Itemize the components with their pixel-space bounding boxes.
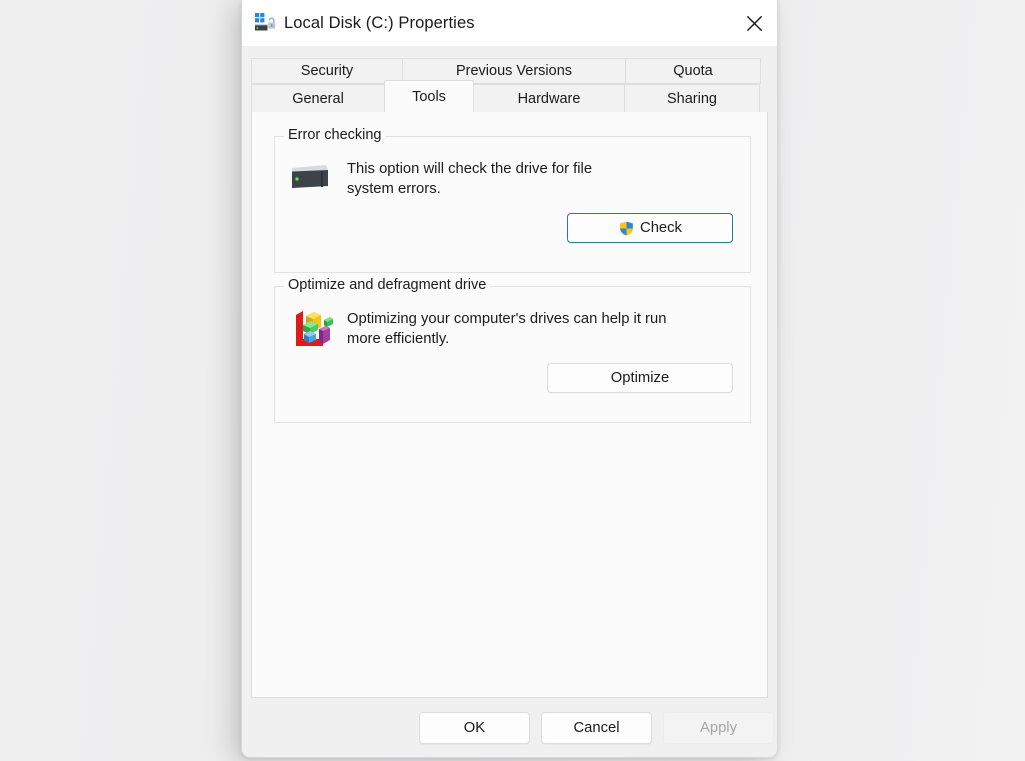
ok-button[interactable]: OK: [419, 712, 530, 744]
dialog-body: Security Previous Versions Quota General…: [242, 46, 777, 757]
dialog-footer: OK Cancel Apply: [242, 698, 777, 757]
error-checking-description: This option will check the drive for fil…: [347, 159, 637, 199]
close-icon[interactable]: [731, 0, 777, 46]
ok-button-label: OK: [464, 720, 485, 736]
cancel-button[interactable]: Cancel: [541, 712, 652, 744]
tab-hardware[interactable]: Hardware: [473, 84, 625, 112]
tab-sharing[interactable]: Sharing: [624, 84, 760, 112]
title-bar: Local Disk (C:) Properties: [242, 0, 777, 46]
optimize-button-label: Optimize: [611, 370, 669, 386]
tab-row-top: Security Previous Versions Quota: [251, 58, 768, 84]
apply-button-label: Apply: [700, 720, 737, 736]
tab-security[interactable]: Security: [251, 58, 403, 84]
optimize-description: Optimizing your computer's drives can he…: [347, 309, 677, 349]
tab-tools[interactable]: Tools: [384, 80, 474, 112]
window-title: Local Disk (C:) Properties: [284, 14, 475, 33]
apply-button: Apply: [663, 712, 774, 744]
group-error-checking-title: Error checking: [284, 127, 385, 143]
group-optimize-defragment: Optimize and defragment drive: [274, 286, 751, 423]
tab-strip: Security Previous Versions Quota General…: [242, 46, 777, 112]
tab-quota[interactable]: Quota: [625, 58, 761, 84]
hard-drive-icon: [290, 179, 330, 196]
defragment-blocks-icon: [290, 338, 334, 355]
group-optimize-title: Optimize and defragment drive: [284, 277, 490, 293]
drive-properties-icon: [254, 12, 276, 34]
check-button[interactable]: Check: [567, 213, 733, 243]
properties-dialog: Local Disk (C:) Properties Security Prev…: [241, 0, 778, 758]
cancel-button-label: Cancel: [573, 720, 619, 736]
optimize-button[interactable]: Optimize: [547, 363, 733, 393]
check-button-label: Check: [640, 220, 682, 236]
tab-content-tools: Error checking This option will check th…: [251, 112, 768, 698]
tab-row-bottom: General Tools Hardware Sharing: [251, 84, 768, 112]
group-error-checking: Error checking This option will check th…: [274, 136, 751, 273]
tab-general[interactable]: General: [251, 84, 385, 112]
uac-shield-icon: [618, 220, 635, 237]
